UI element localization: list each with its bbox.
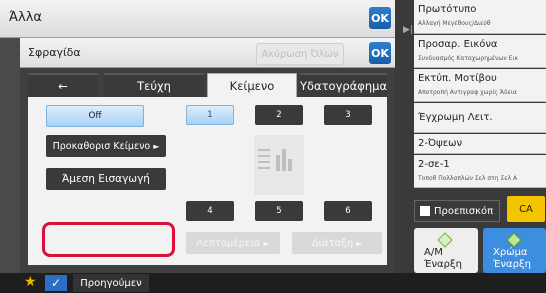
layout-label: Διάταξη <box>311 237 354 249</box>
layout-button[interactable]: Διάταξη ► <box>292 232 382 254</box>
dialog-title: Σφραγίδα <box>28 46 81 59</box>
direct-entry-button[interactable]: Άμεση Εισαγωγή <box>46 168 166 190</box>
text-settings-panel: Off Προκαθορισ Κείμενο ► Άμεση Εισαγωγή … <box>28 97 387 265</box>
tab-watermark[interactable]: Υδατογράφημα <box>300 73 387 97</box>
preset-text-label: Προκαθορισ Κείμενο <box>52 140 151 152</box>
other-functions-header: Άλλα OK <box>0 0 395 38</box>
tab-bar: ← Τεύχη Κείμενο Υδατογράφημα <box>20 73 395 97</box>
checkmark-icon[interactable]: ✓ <box>45 275 67 291</box>
preview-label: Προεπισκόπ <box>434 205 494 217</box>
function-original-label: Πρωτότυπο <box>418 4 477 15</box>
function-2-in-1-label: 2-σε-1 <box>418 159 450 170</box>
previous-button[interactable]: Προηγούμεν <box>73 274 149 292</box>
top-ok-button[interactable]: OK <box>369 7 391 29</box>
dialog-header: Σφραγίδα Ακύρωση Όλων OK <box>20 38 395 68</box>
function-image-adjust-sub: Συνδυασμός Καταχωρημένων Εικ <box>418 55 519 62</box>
function-2-in-1[interactable]: 2-σε-1 Τοποθ Πολλαπλών Σελ στη Σελ Α <box>414 155 546 188</box>
off-button[interactable]: Off <box>46 105 144 127</box>
function-duplex[interactable]: 2-Όψεων <box>414 134 546 154</box>
tab-pages[interactable]: Τεύχη <box>104 73 204 97</box>
color-start-line2: Έναρξη <box>493 259 531 270</box>
function-original[interactable]: Πρωτότυπο Αλλαγή Μεγέθους/Διεύθ <box>414 0 546 34</box>
clear-all-button[interactable]: CA <box>507 196 545 222</box>
back-tab[interactable]: ← <box>28 73 98 97</box>
function-image-adjust-label: Προσαρ. Εικόνα <box>418 39 498 50</box>
color-start-line1: Χρώμα <box>493 247 528 258</box>
arrow-right-icon: ► <box>263 238 270 248</box>
details-button[interactable]: Λεπτομέρεια ► <box>186 232 280 254</box>
function-pattern-print-label: Εκτύπ. Μοτίβου <box>418 73 497 84</box>
function-original-sub: Αλλαγή Μεγέθους/Διεύθ <box>418 20 491 27</box>
details-label: Λεπτομέρεια <box>196 237 261 249</box>
preview-button[interactable]: Προεπισκόπ <box>414 200 500 222</box>
page-layout-icon <box>254 135 304 195</box>
back-arrow-icon: ← <box>58 79 68 93</box>
tab-text[interactable]: Κείμενο <box>207 73 297 97</box>
copier-screen: Άλλα OK Σφραγίδα Ακύρωση Όλων OK ← Τεύχη… <box>0 0 546 293</box>
direct-entry-highlight <box>42 222 175 257</box>
function-duplex-label: 2-Όψεων <box>418 138 463 149</box>
left-strip <box>0 38 20 273</box>
bw-start-line2: Έναρξη <box>424 259 462 270</box>
bw-start-line1: Α/Μ <box>424 247 443 258</box>
function-image-adjust[interactable]: Προσαρ. Εικόνα Συνδυασμός Καταχωρημένων … <box>414 35 546 68</box>
position-5-button[interactable]: 5 <box>255 201 303 221</box>
expand-arrow-icon[interactable]: ▶| <box>403 25 413 35</box>
cancel-all-button[interactable]: Ακύρωση Όλων <box>256 43 344 65</box>
start-diamond-icon <box>437 232 453 248</box>
arrow-right-icon: ► <box>153 141 160 151</box>
start-diamond-icon <box>506 232 522 248</box>
stamp-dialog: Σφραγίδα Ακύρωση Όλων OK ← Τεύχη Κείμενο… <box>20 38 395 273</box>
function-color-mode[interactable]: Έγχρωμη Λειτ. <box>414 103 546 133</box>
position-2-button[interactable]: 2 <box>255 105 303 125</box>
color-start-button[interactable]: Χρώμα Έναρξη <box>483 228 546 273</box>
bw-start-button[interactable]: Α/Μ Έναρξη <box>414 228 478 273</box>
arrow-right-icon: ► <box>356 238 363 248</box>
function-color-mode-label: Έγχρωμη Λειτ. <box>418 112 493 123</box>
page-title: Άλλα <box>9 10 42 25</box>
function-2-in-1-sub: Τοποθ Πολλαπλών Σελ στη Σελ Α <box>418 175 518 182</box>
dialog-ok-button[interactable]: OK <box>369 42 391 64</box>
function-pattern-print[interactable]: Εκτύπ. Μοτίβου Αποτροπή Αντιγραφ χωρίς Ά… <box>414 69 546 102</box>
preset-text-button[interactable]: Προκαθορισ Κείμενο ► <box>46 135 166 157</box>
position-3-button[interactable]: 3 <box>324 105 372 125</box>
position-4-button[interactable]: 4 <box>186 201 234 221</box>
position-1-button[interactable]: 1 <box>186 105 234 125</box>
star-icon[interactable]: ★ <box>24 274 37 290</box>
preview-icon <box>420 206 430 216</box>
position-6-button[interactable]: 6 <box>324 201 372 221</box>
function-pattern-print-sub: Αποτροπή Αντιγραφ χωρίς Άδεια <box>418 89 517 96</box>
